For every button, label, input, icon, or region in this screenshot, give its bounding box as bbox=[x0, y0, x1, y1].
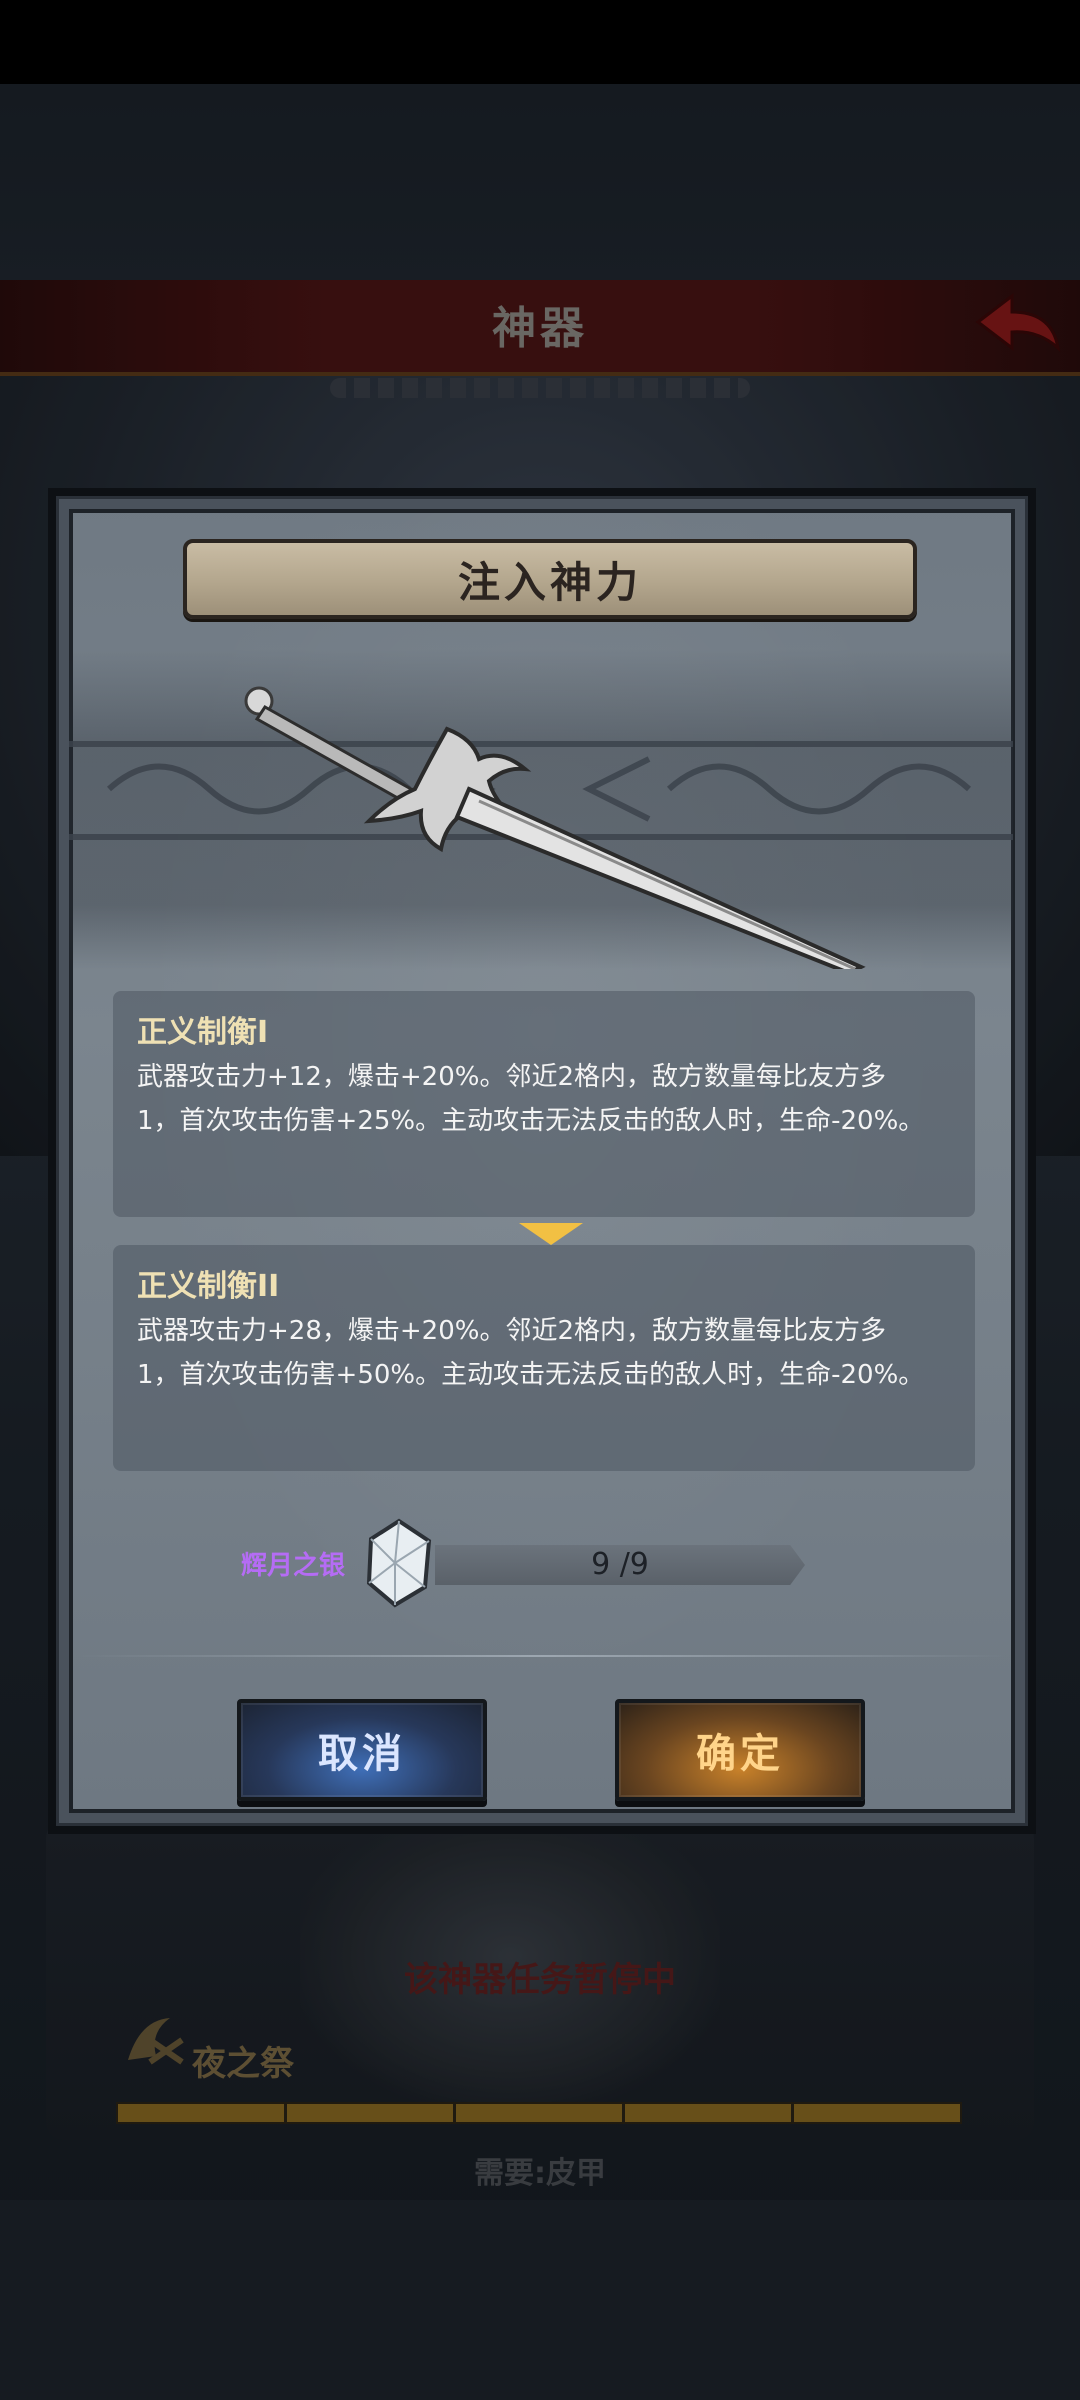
current-skill-description: 武器攻击力+12，爆击+20%。邻近2格内，敌方数量每比友方多 1，首次攻击伤害… bbox=[137, 1055, 957, 1143]
dialog-header: 注入神力 bbox=[183, 539, 917, 619]
current-skill-card: 正义制衡I 武器攻击力+12，爆击+20%。邻近2格内，敌方数量每比友方多 1，… bbox=[113, 991, 975, 1217]
description-line: 武器攻击力+12，爆击+20%。邻近2格内，敌方数量每比友方多 bbox=[137, 1062, 886, 1092]
confirm-button[interactable]: 确定 bbox=[615, 1699, 865, 1801]
divider bbox=[77, 1655, 1007, 1657]
cost-amount-value: 9 /9 bbox=[591, 1547, 649, 1582]
next-skill-card: 正义制衡II 武器攻击力+28，爆击+20%。邻近2格内，敌方数量每比友方多 1… bbox=[113, 1245, 975, 1471]
moon-silver-gem-icon bbox=[366, 1518, 432, 1608]
sword-icon bbox=[69, 686, 1013, 969]
cost-material-label: 辉月之银 bbox=[241, 1551, 346, 1581]
dialog-body: 注入神力 正义制衡I 武器攻击力+12，爆击+20%。邻近2格内，敌方数量每比友… bbox=[56, 496, 1028, 1826]
bottom-area bbox=[0, 2200, 1080, 2400]
dialog-title: 注入神力 bbox=[457, 557, 642, 607]
description-line: 1，首次攻击伤害+50%。主动攻击无法反击的敌人时，生命-20%。 bbox=[137, 1360, 925, 1390]
status-bar bbox=[0, 0, 1080, 84]
current-skill-name: 正义制衡I bbox=[137, 1015, 269, 1050]
next-skill-name: 正义制衡II bbox=[137, 1269, 280, 1304]
weapon-display bbox=[69, 649, 1013, 969]
next-skill-description: 武器攻击力+28，爆击+20%。邻近2格内，敌方数量每比友方多 1，首次攻击伤害… bbox=[137, 1309, 957, 1397]
description-line: 1，首次攻击伤害+25%。主动攻击无法反击的敌人时，生命-20%。 bbox=[137, 1106, 925, 1136]
description-line: 武器攻击力+28，爆击+20%。邻近2格内，敌方数量每比友方多 bbox=[137, 1316, 886, 1346]
upgrade-arrow-icon bbox=[519, 1223, 583, 1245]
cancel-button[interactable]: 取消 bbox=[237, 1699, 487, 1801]
infuse-power-dialog: 注入神力 正义制衡I 武器攻击力+12，爆击+20%。邻近2格内，敌方数量每比友… bbox=[48, 488, 1036, 1834]
